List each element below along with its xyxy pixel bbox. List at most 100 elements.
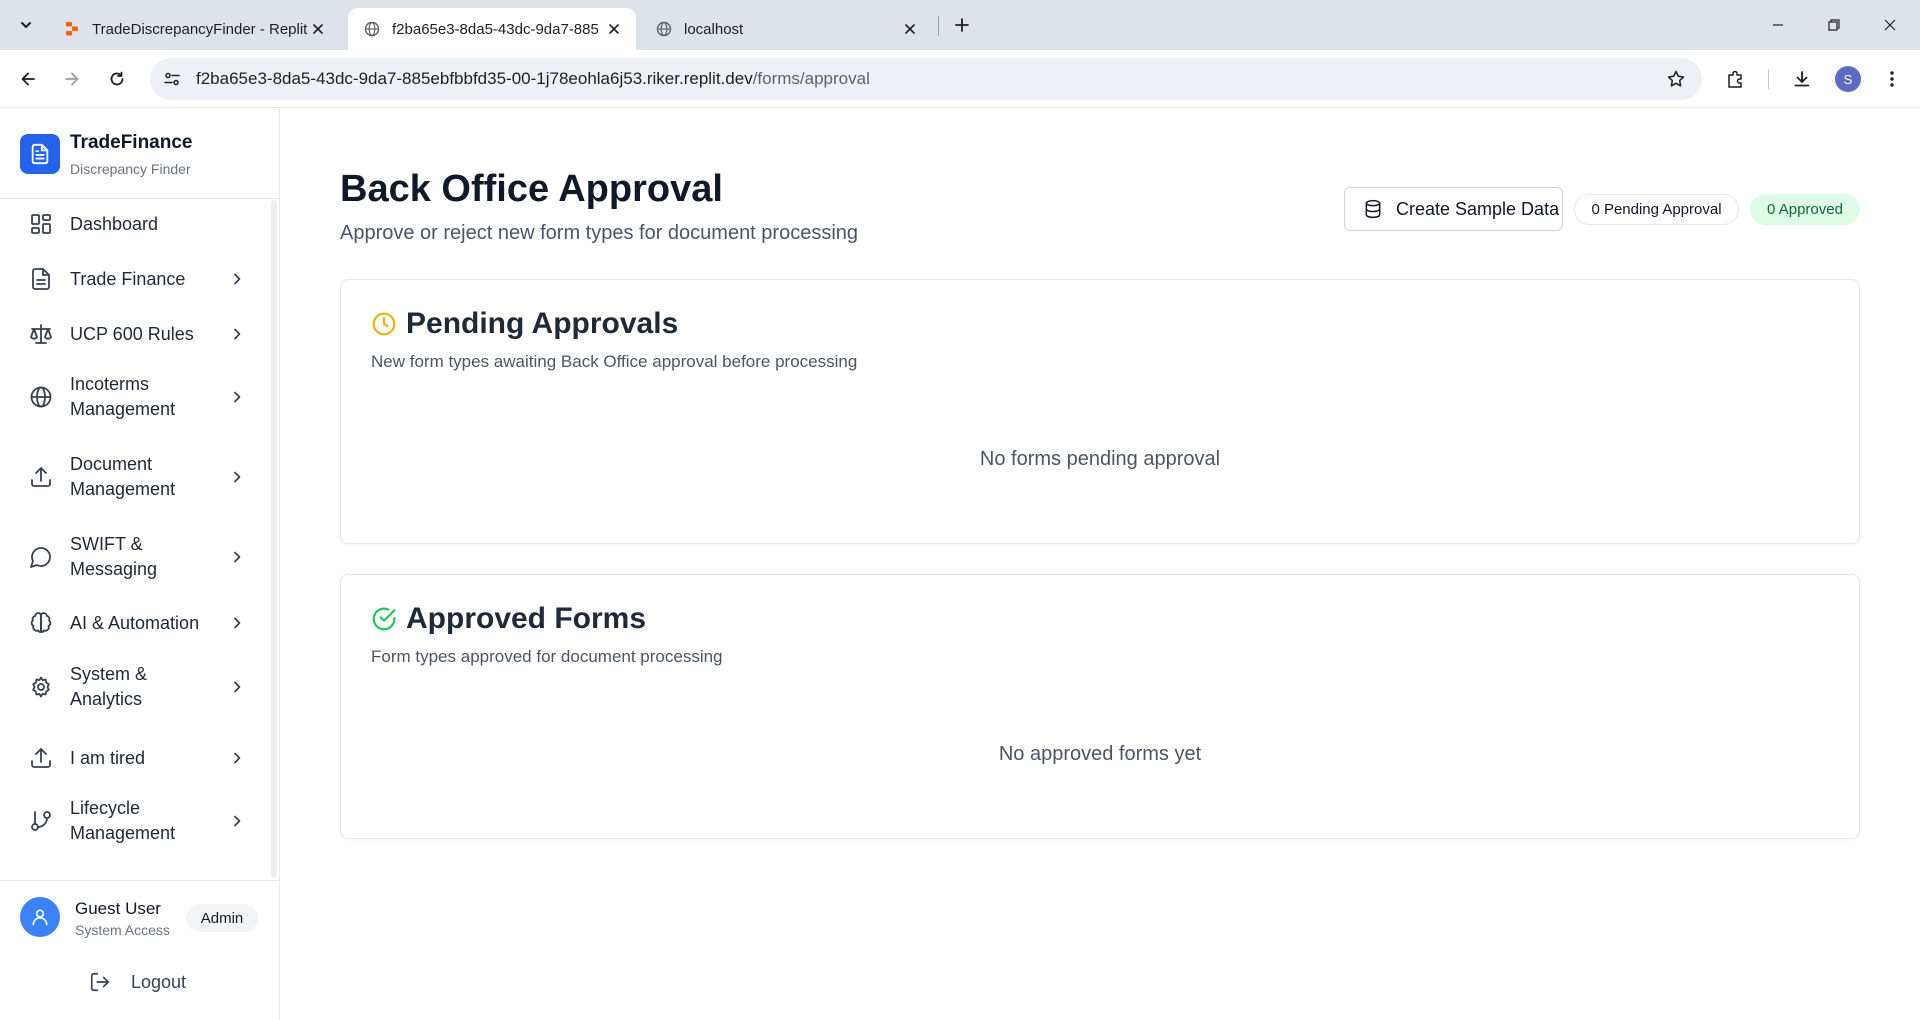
chevron-right-icon — [226, 323, 248, 345]
close-icon — [1884, 19, 1896, 31]
brand-name: TradeFinance — [70, 132, 193, 153]
sidebar-item-document-management[interactable]: Document Management — [18, 450, 248, 504]
profile-avatar[interactable]: S — [1835, 66, 1861, 92]
browser-tab[interactable]: TradeDiscrepancyFinder - Replit — [48, 8, 340, 50]
arrow-right-icon — [65, 72, 79, 86]
chevron-right-icon — [226, 268, 248, 290]
back-button[interactable] — [12, 63, 44, 95]
downloads-button[interactable] — [1786, 63, 1818, 95]
logout-label: Logout — [131, 971, 187, 992]
sidebar-item-label: I am tired — [70, 747, 146, 768]
minimize-button[interactable] — [1750, 0, 1806, 50]
browser-menu-button[interactable] — [1876, 63, 1908, 95]
approved-forms-card: Approved Forms Form types approved for d… — [340, 574, 1860, 839]
card-title: Pending Approvals — [406, 307, 679, 340]
avatar — [20, 897, 60, 937]
card-description: New form types awaiting Back Office appr… — [371, 352, 858, 371]
sidebar-item-ucp-600-rules[interactable]: UCP 600 Rules — [18, 314, 248, 354]
toolbar-divider — [1768, 69, 1769, 89]
clock-icon — [371, 311, 397, 337]
sidebar-item-system-analytics[interactable]: System & Analytics — [18, 660, 248, 714]
user-name: Guest User — [75, 899, 161, 918]
globe-icon — [364, 21, 380, 37]
plus-icon — [955, 18, 969, 32]
bookmark-star-icon[interactable] — [1662, 65, 1690, 93]
chevron-right-icon — [226, 747, 248, 769]
create-sample-data-button[interactable]: Create Sample Data — [1344, 187, 1563, 231]
sidebar-item-swift-messaging[interactable]: SWIFT & Messaging — [18, 530, 248, 584]
tab-title: localhost — [684, 20, 744, 38]
browser-tab-bar: TradeDiscrepancyFinder - Replit f2ba65e3… — [0, 0, 1920, 50]
upload-icon — [28, 745, 54, 771]
chevron-right-icon — [226, 546, 248, 568]
close-icon[interactable] — [900, 19, 920, 39]
more-vertical-icon — [1890, 71, 1894, 87]
approved-count-badge: 0 Approved — [1750, 194, 1860, 225]
chevron-right-icon — [226, 810, 248, 832]
chevron-right-icon — [226, 612, 248, 634]
card-title: Approved Forms — [406, 602, 647, 635]
sidebar-item-label: Document Management — [70, 454, 176, 499]
page-title: Back Office Approval — [340, 168, 723, 210]
chevron-down-icon — [21, 22, 31, 29]
file-text-icon — [20, 134, 60, 174]
url-path: /forms/approval — [752, 69, 870, 88]
address-bar[interactable]: f2ba65e3-8da5-43dc-9da7-885ebfbbfd35-00-… — [150, 58, 1702, 100]
site-info-icon[interactable] — [158, 65, 186, 93]
sidebar-item-label: SWIFT & Messaging — [70, 534, 158, 579]
sidebar-item-ai-automation[interactable]: AI & Automation — [18, 603, 248, 643]
tab-divider — [938, 16, 939, 36]
sidebar-item-dashboard[interactable]: Dashboard — [18, 204, 248, 244]
chevron-right-icon — [226, 676, 248, 698]
sidebar-item-label: Incoterms Management — [70, 374, 176, 419]
document-icon — [28, 266, 54, 292]
url-text: f2ba65e3-8da5-43dc-9da7-885ebfbbfd35-00-… — [196, 69, 870, 89]
sidebar-scrollbar[interactable] — [271, 200, 277, 878]
logout-button[interactable]: Logout — [88, 967, 186, 997]
restore-icon — [1828, 19, 1840, 31]
database-icon — [1362, 198, 1384, 220]
arrow-left-icon — [21, 72, 35, 86]
sidebar: TradeFinance Discrepancy Finder Dashboar… — [0, 108, 280, 1020]
browser-tab[interactable]: localhost — [640, 8, 932, 50]
upload-icon — [28, 464, 54, 490]
gear-icon — [28, 674, 54, 700]
sidebar-item-trade-finance[interactable]: Trade Finance — [18, 259, 248, 299]
message-icon — [28, 544, 54, 570]
page-subtitle: Approve or reject new form types for doc… — [340, 222, 859, 244]
puzzle-icon — [1728, 70, 1742, 88]
sidebar-brand[interactable]: TradeFinance Discrepancy Finder — [0, 108, 279, 199]
browser-tab-active[interactable]: f2ba65e3-8da5-43dc-9da7-885 — [348, 8, 636, 50]
empty-state-text: No approved forms yet — [998, 743, 1202, 765]
minimize-icon — [1773, 24, 1783, 26]
browser-toolbar: f2ba65e3-8da5-43dc-9da7-885ebfbbfd35-00-… — [0, 50, 1920, 108]
sidebar-item-i-am-tired[interactable]: I am tired — [18, 738, 248, 778]
sidebar-item-label: System & Analytics — [70, 664, 148, 709]
replit-icon — [64, 21, 80, 37]
forward-button[interactable] — [56, 63, 88, 95]
window-close-button[interactable] — [1862, 0, 1918, 50]
user-icon — [32, 909, 48, 926]
chevron-right-icon — [226, 466, 248, 488]
sidebar-item-incoterms-management[interactable]: Incoterms Management — [18, 370, 248, 424]
dashboard-icon — [28, 211, 54, 237]
pending-approvals-card: Pending Approvals New form types awaitin… — [340, 279, 1860, 544]
url-host: f2ba65e3-8da5-43dc-9da7-885ebfbbfd35-00-… — [196, 69, 753, 88]
git-branch-icon — [28, 808, 54, 834]
reload-button[interactable] — [101, 63, 133, 95]
sidebar-item-label: Dashboard — [70, 213, 159, 234]
close-icon[interactable] — [604, 19, 624, 39]
restore-button[interactable] — [1806, 0, 1862, 50]
extensions-button[interactable] — [1720, 63, 1752, 95]
globe-icon — [656, 21, 672, 37]
new-tab-button[interactable] — [948, 11, 976, 39]
create-sample-data-label: Create Sample Data — [1396, 198, 1560, 219]
role-badge: Admin — [186, 904, 258, 932]
scale-icon — [28, 321, 54, 347]
close-icon[interactable] — [308, 19, 328, 39]
sidebar-item-lifecycle-management[interactable]: Lifecycle Management — [18, 794, 248, 848]
tab-title: TradeDiscrepancyFinder - Replit — [92, 20, 308, 38]
sidebar-item-label: Lifecycle Management — [70, 798, 176, 843]
tab-search-button[interactable] — [12, 11, 40, 39]
chevron-right-icon — [226, 386, 248, 408]
